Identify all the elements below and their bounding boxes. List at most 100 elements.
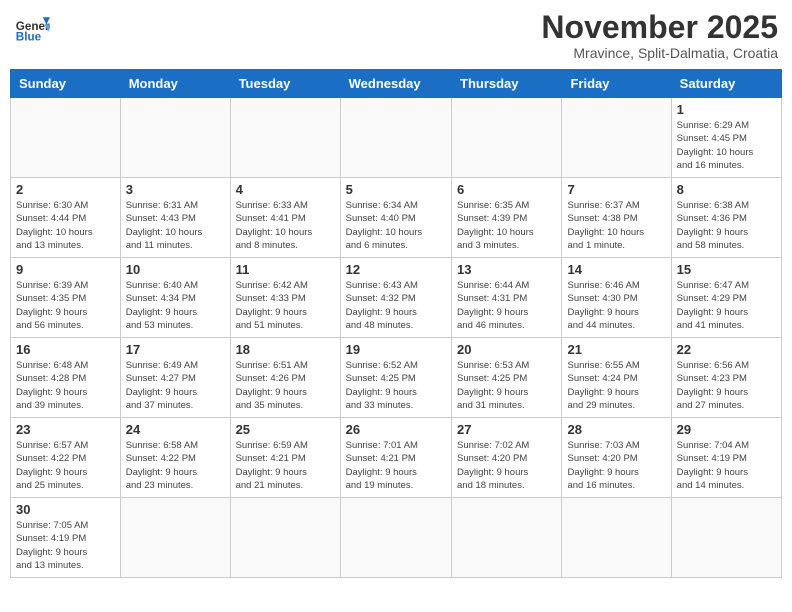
calendar-cell: 25Sunrise: 6:59 AM Sunset: 4:21 PM Dayli… [230,418,340,498]
day-info: Sunrise: 6:33 AM Sunset: 4:41 PM Dayligh… [236,199,335,252]
day-info: Sunrise: 6:30 AM Sunset: 4:44 PM Dayligh… [16,199,115,252]
calendar-cell: 15 Sunrise: 6:47 AM Sunset: 4:29 PM Dayli… [671,258,781,338]
day-number: 3 [126,182,225,197]
day-info: Sunrise: 6:56 AM Sunset: 4:23 PM Dayligh… [677,359,776,412]
calendar-cell: 13 Sunrise: 6:44 AM Sunset: 4:31 PM Dayli… [452,258,562,338]
day-number: 5 [346,182,446,197]
day-info: Sunrise: 6:51 AM Sunset: 4:26 PM Dayligh… [236,359,335,412]
calendar-cell: 22 Sunrise: 6:56 AM Sunset: 4:23 PM Dayli… [671,338,781,418]
calendar-cell [671,498,781,578]
day-info: Sunrise: 6:34 AM Sunset: 4:40 PM Dayligh… [346,199,446,252]
weekday-header-friday: Friday [562,70,671,98]
day-info: Sunrise: 7:04 AM Sunset: 4:19 PM Dayligh… [677,439,776,492]
calendar-cell [452,98,562,178]
calendar-cell: 26 Sunrise: 7:01 AM Sunset: 4:21 PM Dayli… [340,418,451,498]
day-info: Sunrise: 6:40 AM Sunset: 4:34 PM Dayligh… [126,279,225,332]
day-info: Sunrise: 6:59 AM Sunset: 4:21 PM Dayligh… [236,439,335,492]
day-number: 2 [16,182,115,197]
day-number: 21 [567,342,665,357]
calendar-cell [340,498,451,578]
logo: General Blue [14,10,50,46]
calendar-cell: 16 Sunrise: 6:48 AM Sunset: 4:28 PM Dayli… [11,338,121,418]
day-info: Sunrise: 6:53 AM Sunset: 4:25 PM Dayligh… [457,359,556,412]
calendar-cell: 12Sunrise: 6:43 AM Sunset: 4:32 PM Dayli… [340,258,451,338]
day-info: Sunrise: 6:57 AM Sunset: 4:22 PM Dayligh… [16,439,115,492]
calendar-cell: 27 Sunrise: 7:02 AM Sunset: 4:20 PM Dayli… [452,418,562,498]
day-number: 28 [567,422,665,437]
svg-text:Blue: Blue [16,31,42,44]
calendar-cell: 1 Sunrise: 6:29 AM Sunset: 4:45 PM Daylig… [671,98,781,178]
title-block: November 2025 Mravince, Split-Dalmatia, … [541,10,778,61]
day-number: 9 [16,262,115,277]
calendar-cell [452,498,562,578]
day-info: Sunrise: 6:29 AM Sunset: 4:45 PM Dayligh… [677,119,776,172]
weekday-header-wednesday: Wednesday [340,70,451,98]
calendar-cell: 19Sunrise: 6:52 AM Sunset: 4:25 PM Dayli… [340,338,451,418]
day-number: 29 [677,422,776,437]
calendar-cell [11,98,121,178]
logo-icon: General Blue [14,10,50,46]
weekday-header-thursday: Thursday [452,70,562,98]
day-info: Sunrise: 6:58 AM Sunset: 4:22 PM Dayligh… [126,439,225,492]
day-number: 8 [677,182,776,197]
calendar-cell: 18 Sunrise: 6:51 AM Sunset: 4:26 PM Dayli… [230,338,340,418]
calendar-cell: 4Sunrise: 6:33 AM Sunset: 4:41 PM Daylig… [230,178,340,258]
calendar-cell: 5 Sunrise: 6:34 AM Sunset: 4:40 PM Daylig… [340,178,451,258]
week-row-2: 2 Sunrise: 6:30 AM Sunset: 4:44 PM Daylig… [11,178,782,258]
day-info: Sunrise: 6:39 AM Sunset: 4:35 PM Dayligh… [16,279,115,332]
day-number: 13 [457,262,556,277]
day-number: 27 [457,422,556,437]
day-info: Sunrise: 6:47 AM Sunset: 4:29 PM Dayligh… [677,279,776,332]
weekday-header-monday: Monday [120,70,230,98]
weekday-header-sunday: Sunday [11,70,121,98]
week-row-3: 9 Sunrise: 6:39 AM Sunset: 4:35 PM Daylig… [11,258,782,338]
calendar-cell [230,498,340,578]
day-number: 17 [126,342,225,357]
day-number: 6 [457,182,556,197]
day-info: Sunrise: 7:01 AM Sunset: 4:21 PM Dayligh… [346,439,446,492]
calendar-cell: 6 Sunrise: 6:35 AM Sunset: 4:39 PM Daylig… [452,178,562,258]
day-info: Sunrise: 6:46 AM Sunset: 4:30 PM Dayligh… [567,279,665,332]
day-info: Sunrise: 6:31 AM Sunset: 4:43 PM Dayligh… [126,199,225,252]
calendar-cell [230,98,340,178]
calendar-cell: 20 Sunrise: 6:53 AM Sunset: 4:25 PM Dayli… [452,338,562,418]
weekday-header-tuesday: Tuesday [230,70,340,98]
calendar-cell: 2 Sunrise: 6:30 AM Sunset: 4:44 PM Daylig… [11,178,121,258]
calendar-cell [562,498,671,578]
calendar-cell: 28Sunrise: 7:03 AM Sunset: 4:20 PM Dayli… [562,418,671,498]
day-info: Sunrise: 6:38 AM Sunset: 4:36 PM Dayligh… [677,199,776,252]
calendar-cell: 24Sunrise: 6:58 AM Sunset: 4:22 PM Dayli… [120,418,230,498]
day-number: 30 [16,502,115,517]
calendar-cell: 29 Sunrise: 7:04 AM Sunset: 4:19 PM Dayli… [671,418,781,498]
day-info: Sunrise: 6:35 AM Sunset: 4:39 PM Dayligh… [457,199,556,252]
day-number: 15 [677,262,776,277]
day-number: 16 [16,342,115,357]
calendar-cell [120,498,230,578]
weekday-header-row: SundayMondayTuesdayWednesdayThursdayFrid… [11,70,782,98]
day-number: 7 [567,182,665,197]
day-number: 1 [677,102,776,117]
calendar-cell: 11Sunrise: 6:42 AM Sunset: 4:33 PM Dayli… [230,258,340,338]
day-number: 18 [236,342,335,357]
day-info: Sunrise: 6:44 AM Sunset: 4:31 PM Dayligh… [457,279,556,332]
day-info: Sunrise: 6:55 AM Sunset: 4:24 PM Dayligh… [567,359,665,412]
day-number: 23 [16,422,115,437]
day-info: Sunrise: 6:48 AM Sunset: 4:28 PM Dayligh… [16,359,115,412]
calendar-cell: 14 Sunrise: 6:46 AM Sunset: 4:30 PM Dayli… [562,258,671,338]
calendar-cell: 8 Sunrise: 6:38 AM Sunset: 4:36 PM Daylig… [671,178,781,258]
day-info: Sunrise: 7:02 AM Sunset: 4:20 PM Dayligh… [457,439,556,492]
day-number: 22 [677,342,776,357]
calendar-cell: 10Sunrise: 6:40 AM Sunset: 4:34 PM Dayli… [120,258,230,338]
calendar-cell: 30Sunrise: 7:05 AM Sunset: 4:19 PM Dayli… [11,498,121,578]
day-number: 20 [457,342,556,357]
day-number: 14 [567,262,665,277]
day-info: Sunrise: 6:52 AM Sunset: 4:25 PM Dayligh… [346,359,446,412]
week-row-4: 16 Sunrise: 6:48 AM Sunset: 4:28 PM Dayli… [11,338,782,418]
month-title: November 2025 [541,10,778,45]
calendar-cell: 21 Sunrise: 6:55 AM Sunset: 4:24 PM Dayli… [562,338,671,418]
week-row-1: 1 Sunrise: 6:29 AM Sunset: 4:45 PM Daylig… [11,98,782,178]
calendar-cell [562,98,671,178]
calendar-cell: 7Sunrise: 6:37 AM Sunset: 4:38 PM Daylig… [562,178,671,258]
day-number: 26 [346,422,446,437]
week-row-6: 30Sunrise: 7:05 AM Sunset: 4:19 PM Dayli… [11,498,782,578]
